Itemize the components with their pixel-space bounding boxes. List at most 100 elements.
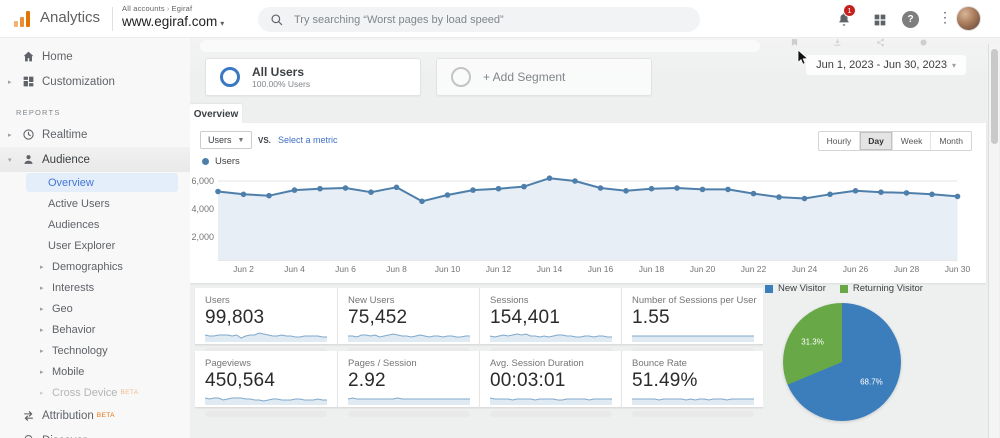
svg-text:Jun 20: Jun 20 <box>690 264 716 274</box>
sidebar-item-label: Audiences <box>48 218 100 231</box>
metric-value: 450,564 <box>205 370 276 391</box>
account-switcher[interactable]: All accounts › Egiraf www.egiraf.com ▾ <box>122 4 224 29</box>
sidebar-item-audiences[interactable]: Audiences <box>0 214 190 235</box>
metric-card-pageviews[interactable]: Pageviews 450,564 <box>195 351 337 417</box>
svg-text:Jun 6: Jun 6 <box>335 264 356 274</box>
svg-text:Jun 8: Jun 8 <box>386 264 407 274</box>
select-a-metric-link[interactable]: Select a metric <box>278 135 338 145</box>
sidebar-item-mobile[interactable]: ▸ Mobile <box>0 361 190 382</box>
breadcrumb-account: All accounts <box>122 4 165 13</box>
caret-right-icon[interactable]: ▸ <box>40 326 44 334</box>
sidebar-item-label: Interests <box>52 281 95 294</box>
breadcrumb: All accounts › Egiraf <box>122 4 224 13</box>
caret-right-icon[interactable]: ▸ <box>40 347 44 355</box>
metric-row-2: Pageviews 450,564 Pages / Session 2.92 Avg. … <box>195 351 763 417</box>
sidebar-item-label: Active Users <box>48 197 110 210</box>
caret-right-icon[interactable]: ▸ <box>40 263 44 271</box>
sidebar-item-attribution[interactable]: Attribution BETA <box>0 403 190 428</box>
apps-grid-icon[interactable] <box>872 12 888 28</box>
legend-label: Users <box>215 156 240 167</box>
metric-value: 00:03:01 <box>490 370 566 391</box>
granularity-control: Hourly Day Week Month <box>817 131 972 151</box>
date-range-selector[interactable]: Jun 1, 2023 - Jun 30, 2023 ▾ <box>806 55 966 75</box>
property-selector[interactable]: www.egiraf.com ▾ <box>122 14 224 29</box>
metric-card-users[interactable]: Users 99,803 <box>195 288 337 354</box>
sidebar-item-label: Mobile <box>52 365 85 378</box>
metric-sparkline <box>489 333 612 342</box>
sparkline-shadow-bar <box>490 411 612 417</box>
caret-right-icon[interactable]: ▸ <box>40 389 44 397</box>
sidebar-item-realtime[interactable]: ▸ Realtime <box>0 122 190 147</box>
svg-text:Jun 24: Jun 24 <box>792 264 818 274</box>
add-segment-button[interactable]: + Add Segment <box>436 58 652 96</box>
metric-sparkline <box>632 398 754 405</box>
granularity-day[interactable]: Day <box>859 132 892 150</box>
metric-label: Sessions <box>490 295 529 306</box>
sidebar-item-audience[interactable]: ▾ Audience <box>0 147 190 172</box>
sidebar-item-discover[interactable]: Discover <box>0 428 190 438</box>
metric-label: Pageviews <box>205 358 251 369</box>
svg-text:2,000: 2,000 <box>191 232 214 242</box>
metric-card-pages-session[interactable]: Pages / Session 2.92 <box>337 351 479 417</box>
search-bar[interactable] <box>258 7 700 32</box>
sidebar-item-label: Customization <box>42 75 115 88</box>
segment-all-users[interactable]: All Users 100.00% Users <box>205 58 421 96</box>
add-segment-ring-icon <box>451 67 471 87</box>
search-icon <box>271 13 283 25</box>
sidebar-item-customization[interactable]: ▸ Customization <box>0 69 190 94</box>
app-name: Analytics <box>40 9 101 26</box>
metric-dropdown[interactable]: Users ▼ <box>200 131 253 149</box>
chevron-down-icon: ▼ <box>237 136 245 144</box>
sidebar-item-label: Realtime <box>42 128 88 141</box>
overflow-menu-icon[interactable]: ⋮ <box>938 9 952 26</box>
sidebar-item-demographics[interactable]: ▸ Demographics <box>0 256 190 277</box>
metric-card-new-users[interactable]: New Users 75,452 <box>337 288 479 354</box>
caret-right-icon[interactable]: ▸ <box>8 131 12 139</box>
metric-card-sessions[interactable]: Sessions 154,401 <box>479 288 621 354</box>
sidebar-item-interests[interactable]: ▸ Interests <box>0 277 190 298</box>
sidebar-item-overview[interactable]: Overview <box>26 173 178 192</box>
search-input[interactable] <box>294 13 674 26</box>
sidebar-item-home[interactable]: Home <box>0 44 190 69</box>
metric-label: Pages / Session <box>348 358 417 369</box>
metric-label: Avg. Session Duration <box>490 358 584 369</box>
sidebar-item-technology[interactable]: ▸ Technology <box>0 340 190 361</box>
svg-text:Jun 4: Jun 4 <box>284 264 305 274</box>
legend-dot-icon <box>202 158 209 165</box>
caret-down-icon[interactable]: ▾ <box>8 156 12 164</box>
metric-card-number-of-sessions-per-user[interactable]: Number of Sessions per User 1.55 <box>621 288 763 354</box>
metric-sparkline <box>347 397 470 405</box>
scrollbar-thumb[interactable] <box>991 49 998 144</box>
metric-sparkline <box>632 335 754 342</box>
granularity-week[interactable]: Week <box>891 132 931 150</box>
metric-value: 51.49% <box>632 370 698 391</box>
sidebar-item-label: Audience <box>42 153 90 166</box>
metric-card-avg-session-duration[interactable]: Avg. Session Duration 00:03:01 <box>479 351 621 417</box>
sidebar-item-behavior[interactable]: ▸ Behavior <box>0 319 190 340</box>
help-icon[interactable]: ? <box>902 11 919 28</box>
metric-sparkline <box>204 332 327 342</box>
metric-label: Users <box>205 295 230 306</box>
metric-card-bounce-rate[interactable]: Bounce Rate 51.49% <box>621 351 763 417</box>
metric-label: New Users <box>348 295 395 306</box>
sidebar-item-cross-device[interactable]: ▸ Cross Device BETA <box>0 382 190 403</box>
analytics-logo-icon[interactable] <box>14 10 34 27</box>
analytics-dashboard: Analytics All accounts › Egiraf www.egiraf… <box>0 0 1000 438</box>
sidebar-item-geo[interactable]: ▸ Geo <box>0 298 190 319</box>
tab-overview[interactable]: Overview <box>190 104 242 124</box>
svg-text:Jun 22: Jun 22 <box>741 264 767 274</box>
avatar[interactable] <box>956 6 981 31</box>
granularity-hourly[interactable]: Hourly <box>819 132 860 150</box>
caret-right-icon[interactable]: ▸ <box>40 284 44 292</box>
granularity-month[interactable]: Month <box>930 132 971 150</box>
mouse-cursor <box>797 50 809 65</box>
sidebar-section-reports: REPORTS <box>16 107 61 117</box>
caret-right-icon[interactable]: ▸ <box>8 78 12 86</box>
scrollbar[interactable] <box>988 44 999 438</box>
caret-right-icon[interactable]: ▸ <box>40 305 44 313</box>
attribution-icon <box>22 409 35 422</box>
caret-right-icon[interactable]: ▸ <box>40 368 44 376</box>
sidebar-item-active-users[interactable]: Active Users <box>0 193 190 214</box>
sidebar-item-user-explorer[interactable]: User Explorer <box>0 235 190 256</box>
users-timeseries-chart: 2,000 4,000 6,000 Jun 2 Jun 4 Jun 6 Jun 8 Jun 1… <box>190 171 986 288</box>
